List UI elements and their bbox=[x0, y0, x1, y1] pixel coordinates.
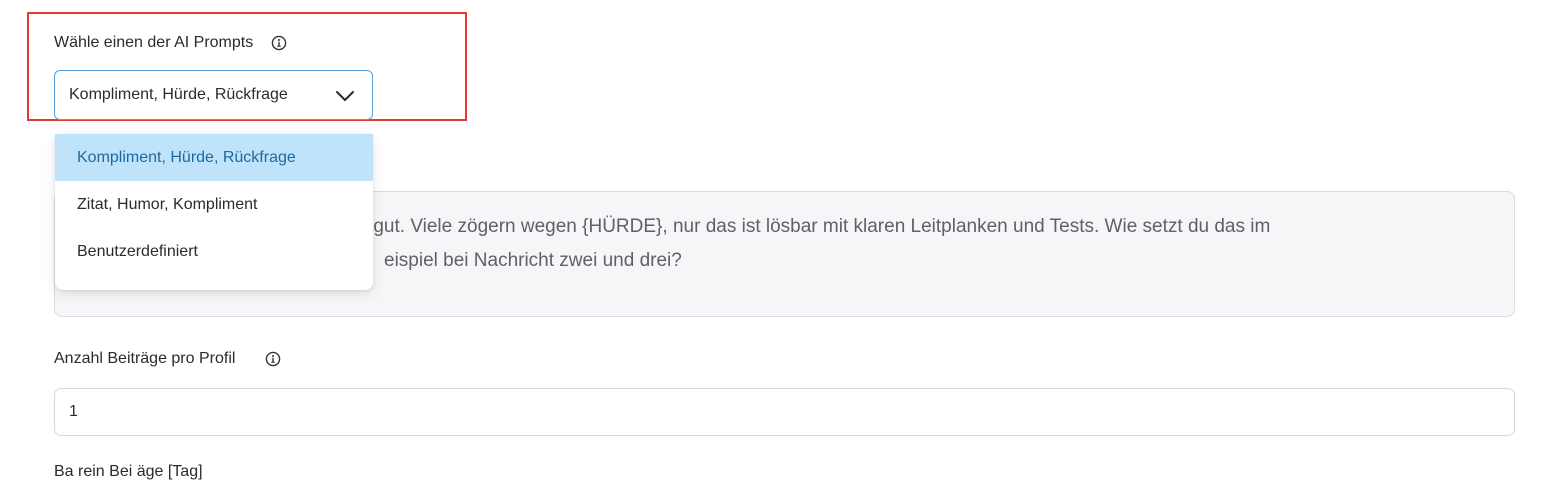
dropdown-option[interactable]: Benutzerdefiniert bbox=[55, 228, 373, 275]
dropdown-option[interactable]: Kompliment, Hürde, Rückfrage bbox=[55, 134, 373, 181]
dropdown-option-label: Kompliment, Hürde, Rückfrage bbox=[77, 148, 296, 166]
posts-per-profile-label: Anzahl Beiträge pro Profil bbox=[54, 350, 281, 368]
prompt-select[interactable]: Kompliment, Hürde, Rückfrage bbox=[54, 70, 373, 120]
next-section-label: Ba rein Bei äge [Tag] bbox=[54, 463, 203, 480]
posts-per-profile-input[interactable]: 1 bbox=[54, 388, 1515, 436]
posts-per-profile-label-text: Anzahl Beiträge pro Profil bbox=[54, 350, 236, 367]
info-icon[interactable] bbox=[265, 351, 281, 367]
dropdown-option-label: Benutzerdefiniert bbox=[77, 242, 198, 260]
dropdown-option[interactable]: Zitat, Humor, Kompliment bbox=[55, 181, 373, 228]
chevron-down-icon bbox=[336, 91, 354, 101]
posts-per-profile-value: 1 bbox=[69, 403, 78, 420]
dropdown-option-label: Zitat, Humor, Kompliment bbox=[77, 195, 258, 213]
prompt-select-value: Kompliment, Hürde, Rückfrage bbox=[69, 86, 288, 103]
prompt-dropdown-menu: Kompliment, Hürde, Rückfrage Zitat, Humo… bbox=[55, 134, 373, 290]
